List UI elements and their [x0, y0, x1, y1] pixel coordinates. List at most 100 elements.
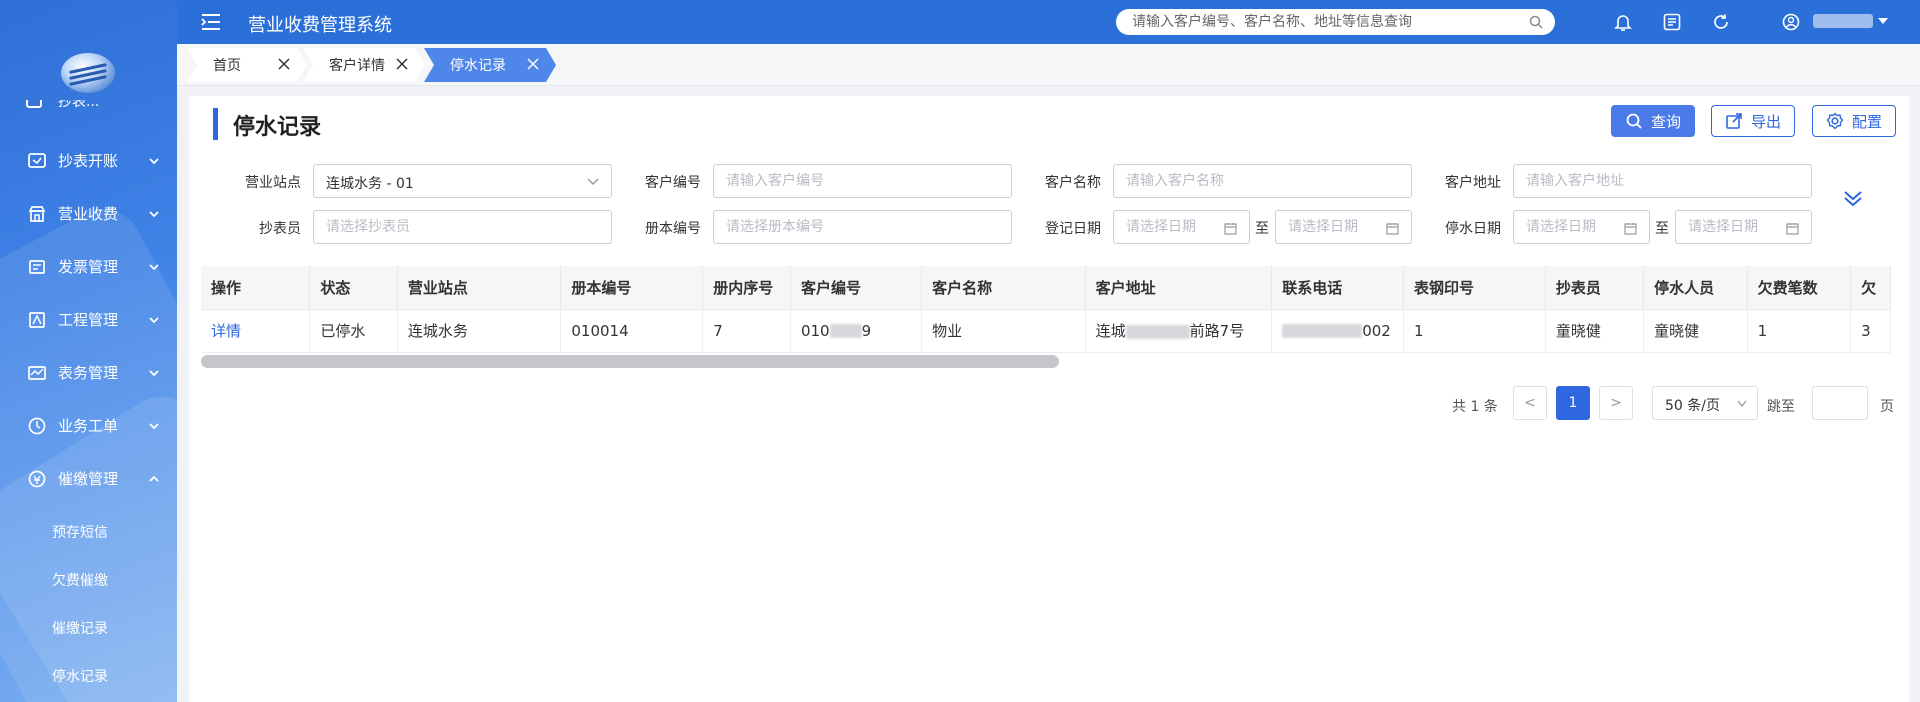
- address-cell: 连城 前路7号: [1085, 309, 1273, 353]
- arrears-cell: 3: [1850, 309, 1891, 353]
- prev-page-button[interactable]: <: [1513, 386, 1547, 420]
- search-icon[interactable]: [1529, 15, 1543, 29]
- column-header: 联系电话: [1271, 266, 1404, 310]
- tab-water-stop-records[interactable]: 停水记录: [424, 48, 556, 82]
- customer-name-input[interactable]: [1113, 164, 1412, 198]
- sidebar-item-partial[interactable]: 抄表...: [20, 100, 120, 114]
- stop-date-from[interactable]: [1513, 210, 1650, 244]
- tab-bar: 首页 客户详情 停水记录: [177, 44, 1920, 86]
- column-header: 操作: [201, 266, 311, 310]
- seq-cell: 7: [702, 309, 791, 353]
- storefront-icon: [26, 203, 48, 225]
- chevron-down-icon: [149, 210, 159, 217]
- book-no-cell: 010014: [560, 309, 704, 353]
- stopper-cell: 童晓健: [1643, 309, 1748, 353]
- submenu-item-collection-records[interactable]: 催缴记录: [0, 605, 177, 653]
- customer-no-cell: 010 9: [790, 309, 923, 353]
- stop-date-from-input[interactable]: [1526, 217, 1618, 237]
- reader-select[interactable]: [313, 210, 612, 244]
- user-avatar-icon[interactable]: [1780, 11, 1802, 33]
- book-no-select[interactable]: [713, 210, 1012, 244]
- column-header: 客户地址: [1085, 266, 1273, 310]
- sidebar-item-label: 催缴管理: [58, 470, 119, 488]
- export-button[interactable]: 导出: [1711, 105, 1795, 137]
- chevron-down-icon: [149, 316, 159, 323]
- records-table: 操作 状态 营业站点 册本编号 册内序号 客户编号 客户名称 客户地址 联系电话…: [201, 266, 1891, 358]
- query-button[interactable]: 查询: [1611, 105, 1695, 137]
- reg-date-from[interactable]: [1113, 210, 1250, 244]
- station-select[interactable]: 连城水务 - 01: [313, 164, 612, 198]
- gear-icon: [1826, 112, 1844, 130]
- page-title: 停水记录: [233, 115, 322, 140]
- submenu-item-prepaid-sms[interactable]: 预存短信: [0, 509, 177, 557]
- stop-date-to-input[interactable]: [1688, 217, 1780, 237]
- close-icon[interactable]: [395, 57, 409, 71]
- engineering-icon: [26, 309, 48, 331]
- task-list-icon[interactable]: [1661, 11, 1683, 33]
- horizontal-scrollbar[interactable]: [201, 355, 1059, 368]
- close-icon[interactable]: [277, 57, 291, 71]
- chevron-down-icon: [149, 263, 159, 270]
- collection-icon: [26, 468, 48, 490]
- column-header: 营业站点: [397, 266, 562, 310]
- sidebar-item-label: 业务工单: [58, 417, 119, 435]
- tab-customer-detail[interactable]: 客户详情: [303, 48, 425, 82]
- page-number-button[interactable]: 1: [1556, 386, 1590, 420]
- meter-seal-cell: 1: [1403, 309, 1546, 353]
- refresh-icon[interactable]: [1710, 11, 1732, 33]
- reg-date-label: 登记日期: [1045, 221, 1101, 237]
- reg-date-from-input[interactable]: [1126, 217, 1218, 237]
- detail-link[interactable]: 详情: [201, 309, 311, 353]
- bell-icon[interactable]: [1612, 11, 1634, 33]
- sidebar-item-meter-reading[interactable]: 抄表开账: [0, 134, 177, 187]
- config-button[interactable]: 配置: [1812, 105, 1896, 137]
- user-name-redacted[interactable]: [1813, 14, 1873, 28]
- calendar-icon: [1624, 223, 1637, 235]
- submenu-item-arrears-collection[interactable]: 欠费催缴: [0, 557, 177, 605]
- sidebar-item-invoice[interactable]: 发票管理: [0, 240, 177, 293]
- sidebar-item-collection[interactable]: 催缴管理: [0, 452, 177, 505]
- customer-name-label: 客户名称: [1045, 175, 1101, 191]
- redacted-block: [829, 324, 862, 338]
- customer-no-input[interactable]: [713, 164, 1012, 198]
- column-header: 欠费笔数: [1747, 266, 1852, 310]
- menu-toggle-icon[interactable]: [201, 13, 221, 31]
- collection-submenu: 预存短信 欠费催缴 催缴记录 停水记录: [0, 509, 177, 701]
- invoice-icon: [26, 256, 48, 278]
- table-row[interactable]: 详情 已停水 连城水务 010014 7 010 9 物业 连城 前路7号 002 …: [201, 309, 1891, 353]
- page-size-select[interactable]: 50 条/页: [1652, 386, 1758, 420]
- sidebar-item-work-order[interactable]: 业务工单: [0, 399, 177, 452]
- search-input[interactable]: [1132, 12, 1522, 32]
- sidebar-item-billing[interactable]: 营业收费: [0, 187, 177, 240]
- station-cell: 连城水务: [397, 309, 562, 353]
- chevron-down-icon: [149, 422, 159, 429]
- customer-name-cell: 物业: [921, 309, 1086, 353]
- customer-no-label: 客户编号: [645, 175, 701, 191]
- double-chevron-down-icon[interactable]: [1841, 186, 1865, 210]
- next-page-button[interactable]: >: [1599, 386, 1633, 420]
- submenu-item-water-stop-records[interactable]: 停水记录: [0, 653, 177, 701]
- column-header: 状态: [309, 266, 398, 310]
- sidebar-item-engineering[interactable]: 工程管理: [0, 293, 177, 346]
- reg-date-to[interactable]: [1275, 210, 1412, 244]
- close-icon[interactable]: [526, 57, 540, 71]
- range-separator: 至: [1255, 221, 1269, 237]
- caret-down-icon[interactable]: [1877, 16, 1889, 26]
- sidebar-item-meter-service[interactable]: 表务管理: [0, 346, 177, 399]
- work-order-icon: [26, 415, 48, 437]
- column-header: 客户名称: [921, 266, 1086, 310]
- column-header: 表钢印号: [1403, 266, 1546, 310]
- calendar-icon: [1224, 223, 1237, 235]
- sidebar-item-label: 抄表开账: [58, 152, 119, 170]
- tab-home[interactable]: 首页: [187, 48, 307, 82]
- search-icon: [1626, 113, 1642, 129]
- jump-page-input[interactable]: [1812, 386, 1868, 420]
- customer-address-input[interactable]: [1513, 164, 1812, 198]
- stop-date-label: 停水日期: [1445, 221, 1501, 237]
- chevron-down-icon: [587, 178, 599, 185]
- stop-date-to[interactable]: [1675, 210, 1812, 244]
- sidebar-item-label: 工程管理: [58, 311, 119, 329]
- chevron-up-icon: [149, 475, 159, 482]
- reg-date-to-input[interactable]: [1288, 217, 1380, 237]
- export-icon: [1726, 113, 1742, 129]
